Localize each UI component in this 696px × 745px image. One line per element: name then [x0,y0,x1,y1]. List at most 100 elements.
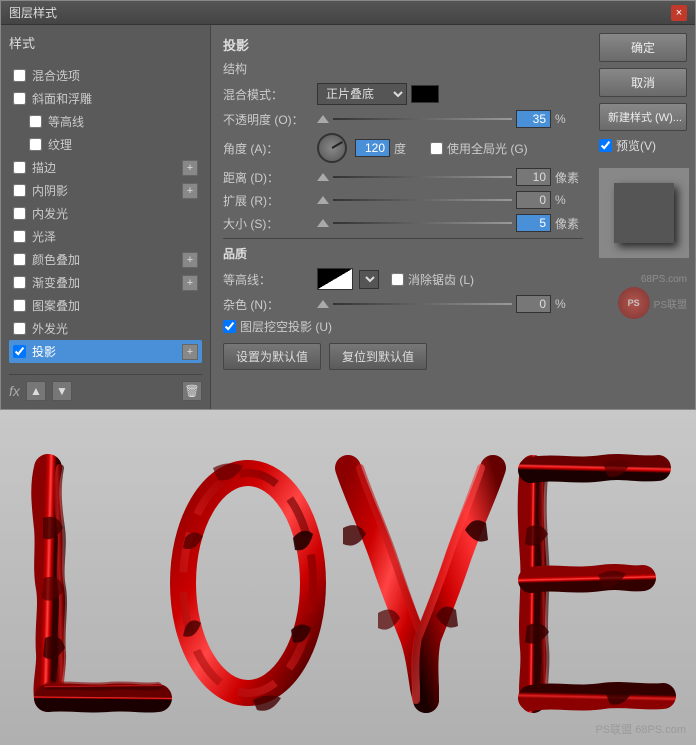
spread-label: 扩展 (R)： [223,192,313,209]
contour-label: 等高线 [48,113,198,130]
sidebar-item-stroke[interactable]: 描边 + [9,156,202,179]
pattern-overlay-checkbox[interactable] [13,299,26,312]
sidebar-item-gradient-overlay[interactable]: 渐变叠加 + [9,271,202,294]
distance-slider-handle[interactable] [317,173,329,181]
bevel-label: 斜面和浮雕 [32,90,198,107]
noise-input[interactable] [516,295,551,313]
stroke-plus-icon[interactable]: + [182,160,198,176]
distance-unit: 像素 [555,169,583,186]
angle-input[interactable] [355,139,390,157]
spread-unit: % [555,193,583,207]
opacity-slider [317,115,512,123]
sidebar-item-pattern-overlay[interactable]: 图案叠加 [9,294,202,317]
color-overlay-label: 颜色叠加 [32,251,182,268]
contour-dropdown[interactable]: ▼ [359,270,379,289]
blending-checkbox[interactable] [13,69,26,82]
size-input[interactable] [516,214,551,232]
noise-slider-handle[interactable] [317,300,329,308]
sidebar-item-contour[interactable]: 等高线 [9,110,202,133]
watermark-area: 68PS.com PS PS联盟 [599,274,687,319]
global-light-checkbox[interactable] [430,142,443,155]
inner-shadow-plus-icon[interactable]: + [182,183,198,199]
anti-alias-label: 消除锯齿 (L) [408,271,474,288]
right-top-section: 投影 结构 混合模式： 正片叠底 不透明度 (O)： [211,25,695,409]
blending-label: 混合选项 [32,67,198,84]
letter-E [525,459,663,704]
cancel-button[interactable]: 取消 [599,68,687,97]
outer-glow-checkbox[interactable] [13,322,26,335]
inner-glow-label: 内发光 [32,205,198,222]
blend-mode-label: 混合模式： [223,86,313,103]
size-unit: 像素 [555,215,583,232]
structure-title: 结构 [223,60,583,77]
satin-checkbox[interactable] [13,230,26,243]
sidebar-item-blending[interactable]: 混合选项 [9,64,202,87]
sidebar-item-texture[interactable]: 纹理 [9,133,202,156]
sidebar-item-satin[interactable]: 光泽 [9,225,202,248]
delete-button[interactable]: 🗑 [182,381,202,401]
title-bar: 图层样式 × [1,1,695,25]
blend-color-swatch[interactable] [411,85,439,103]
spread-input[interactable] [516,191,551,209]
drop-shadow-plus-icon[interactable]: + [182,344,198,360]
pattern-overlay-label: 图案叠加 [32,297,198,314]
canvas-area: PS联盟 68PS.com [0,410,696,745]
blend-mode-row: 混合模式： 正片叠底 [223,83,583,105]
opacity-row: 不透明度 (O)： % [223,110,583,128]
size-row: 大小 (S)： 像素 [223,214,583,232]
sidebar-item-outer-glow[interactable]: 外发光 [9,317,202,340]
gradient-overlay-plus-icon[interactable]: + [182,275,198,291]
close-button[interactable]: × [671,5,687,21]
move-down-button[interactable]: ▼ [52,381,72,401]
color-overlay-plus-icon[interactable]: + [182,252,198,268]
inner-glow-checkbox[interactable] [13,207,26,220]
sidebar-item-color-overlay[interactable]: 颜色叠加 + [9,248,202,271]
texture-label: 纹理 [48,136,198,153]
ok-button[interactable]: 确定 [599,33,687,62]
move-up-button[interactable]: ▲ [26,381,46,401]
angle-wheel[interactable] [317,133,347,163]
set-default-button[interactable]: 设置为默认值 [223,343,321,370]
new-style-button[interactable]: 新建样式 (W)... [599,103,687,131]
letter-O [183,463,313,710]
love-svg [18,438,678,718]
opacity-input[interactable] [516,110,551,128]
stroke-checkbox[interactable] [13,161,26,174]
drop-shadow-label: 投影 [32,343,182,360]
distance-row: 距离 (D)： 像素 [223,168,583,186]
size-slider-handle[interactable] [317,219,329,227]
anti-alias-checkbox[interactable] [391,273,404,286]
gradient-overlay-label: 渐变叠加 [32,274,182,291]
drop-shadow-checkbox[interactable] [13,345,26,358]
reset-default-button[interactable]: 复位到默认值 [329,343,427,370]
preview-label: 预览(V) [616,137,656,154]
spread-slider-handle[interactable] [317,196,329,204]
noise-unit: % [555,297,583,311]
texture-checkbox[interactable] [29,138,42,151]
preview-checkbox-row: 预览(V) [599,137,687,154]
drop-shadow-section-title: 投影 [223,35,583,54]
blend-mode-select[interactable]: 正片叠底 [317,83,407,105]
dialog-title: 图层样式 [9,4,57,21]
opacity-slider-handle[interactable] [317,115,329,123]
preview-checkbox[interactable] [599,139,612,152]
noise-slider-track [333,303,512,305]
contour-swatch[interactable] [317,268,353,290]
bevel-checkbox[interactable] [13,92,26,105]
contour-checkbox[interactable] [29,115,42,128]
sidebar-item-drop-shadow[interactable]: 投影 + [9,340,202,363]
dialog-body: 样式 混合选项 斜面和浮雕 等高线 纹理 描边 + [1,25,695,409]
sidebar-item-inner-shadow[interactable]: 内阴影 + [9,179,202,202]
knockout-checkbox-row: 图层挖空投影 (U) [223,318,332,335]
inner-shadow-checkbox[interactable] [13,184,26,197]
anti-alias-row: 消除锯齿 (L) [391,271,474,288]
distance-input[interactable] [516,168,551,186]
knockout-row: 图层挖空投影 (U) [223,318,583,335]
angle-row: 角度 (A)： 度 使用全局光 (G) [223,133,583,163]
color-overlay-checkbox[interactable] [13,253,26,266]
knockout-checkbox[interactable] [223,320,236,333]
gradient-overlay-checkbox[interactable] [13,276,26,289]
stroke-label: 描边 [32,159,182,176]
sidebar-item-bevel[interactable]: 斜面和浮雕 [9,87,202,110]
sidebar-item-inner-glow[interactable]: 内发光 [9,202,202,225]
